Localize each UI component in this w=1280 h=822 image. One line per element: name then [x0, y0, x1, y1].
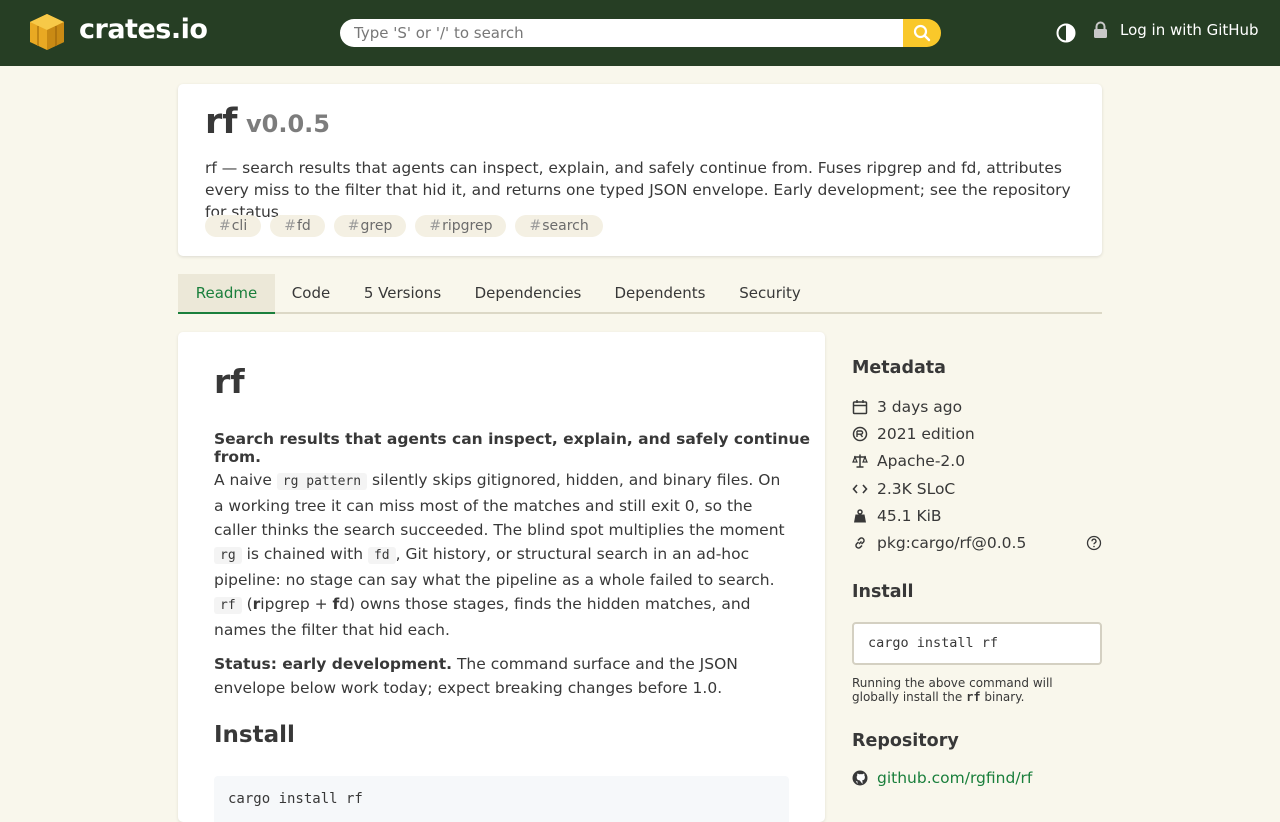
keyword-list: #cli #fd #grep #ripgrep #search: [205, 215, 603, 237]
search-button[interactable]: [903, 19, 941, 47]
search-bar: [340, 19, 941, 47]
inline-code: rg: [214, 547, 242, 564]
meta-size: 45.1 KiB: [852, 505, 942, 527]
install-command-copy[interactable]: cargo install rf: [852, 622, 1102, 665]
link-icon: [855, 537, 865, 549]
keyword-tag[interactable]: #cli: [205, 215, 262, 237]
readme-install-code: cargo install rf: [214, 776, 789, 822]
weight-icon: [854, 509, 866, 523]
crates-logo-icon[interactable]: [28, 12, 66, 52]
meta-purl: pkg:cargo/rf@0.0.5: [852, 532, 1026, 554]
theme-toggle-icon[interactable]: [1055, 22, 1077, 44]
scale-icon: [852, 454, 868, 468]
keyword-tag[interactable]: #grep: [333, 215, 407, 237]
readme-title: rf: [214, 362, 245, 401]
tab-readme[interactable]: Readme: [178, 274, 275, 314]
readme-install-heading: Install: [214, 722, 295, 748]
tab-security[interactable]: Security: [732, 274, 808, 314]
brand-name[interactable]: crates.io: [79, 14, 208, 45]
keyword-tag[interactable]: #ripgrep: [415, 215, 507, 237]
metadata-heading: Metadata: [852, 358, 946, 378]
crate-tabs: Readme Code 5 Versions Dependencies Depe…: [178, 274, 1102, 314]
tab-versions[interactable]: 5 Versions: [358, 274, 447, 314]
help-icon[interactable]: [1086, 535, 1102, 551]
readme-paragraph: A naive rg pattern silently skips gitign…: [214, 471, 785, 639]
meta-sloc: 2.3K SLoC: [852, 478, 955, 500]
code-icon: [852, 484, 868, 494]
meta-published: 3 days ago: [852, 396, 962, 418]
search-input[interactable]: [340, 19, 904, 47]
github-icon: [852, 770, 868, 786]
readme-tagline: Search results that agents can inspect, …: [214, 430, 811, 466]
repository-heading: Repository: [852, 731, 959, 751]
crate-header-card: rf v0.0.5 rf — search results that agent…: [178, 84, 1102, 256]
top-header: crates.io Log in with GitHub: [0, 0, 1280, 66]
tab-code[interactable]: Code: [278, 274, 344, 314]
keyword-tag[interactable]: #fd: [270, 215, 325, 237]
rust-edition-icon: [852, 426, 868, 442]
search-icon: [913, 24, 931, 42]
inline-code: rg pattern: [276, 473, 368, 490]
crate-name: rf: [205, 102, 238, 142]
login-label: Log in with GitHub: [1120, 21, 1259, 39]
keyword-tag[interactable]: #search: [515, 215, 603, 237]
meta-license: Apache-2.0: [852, 450, 965, 472]
install-heading: Install: [852, 582, 914, 602]
lock-icon: [1094, 21, 1107, 38]
tab-dependents[interactable]: Dependents: [608, 274, 712, 314]
install-note: Running the above command will globally …: [852, 676, 1053, 704]
crate-version: v0.0.5: [246, 110, 330, 138]
repository-link[interactable]: github.com/rgfind/rf: [852, 769, 1032, 787]
inline-code: fd: [367, 547, 396, 564]
tab-dependencies[interactable]: Dependencies: [468, 274, 588, 314]
readme-panel: rf Search results that agents can inspec…: [178, 332, 825, 822]
crate-description: rf — search results that agents can insp…: [205, 159, 1071, 221]
readme-status-paragraph: Status: early development. The command s…: [214, 655, 738, 697]
inline-code: rf: [214, 597, 242, 614]
login-button[interactable]: Log in with GitHub: [1093, 21, 1259, 39]
calendar-icon: [852, 400, 868, 415]
meta-edition: 2021 edition: [852, 423, 975, 445]
